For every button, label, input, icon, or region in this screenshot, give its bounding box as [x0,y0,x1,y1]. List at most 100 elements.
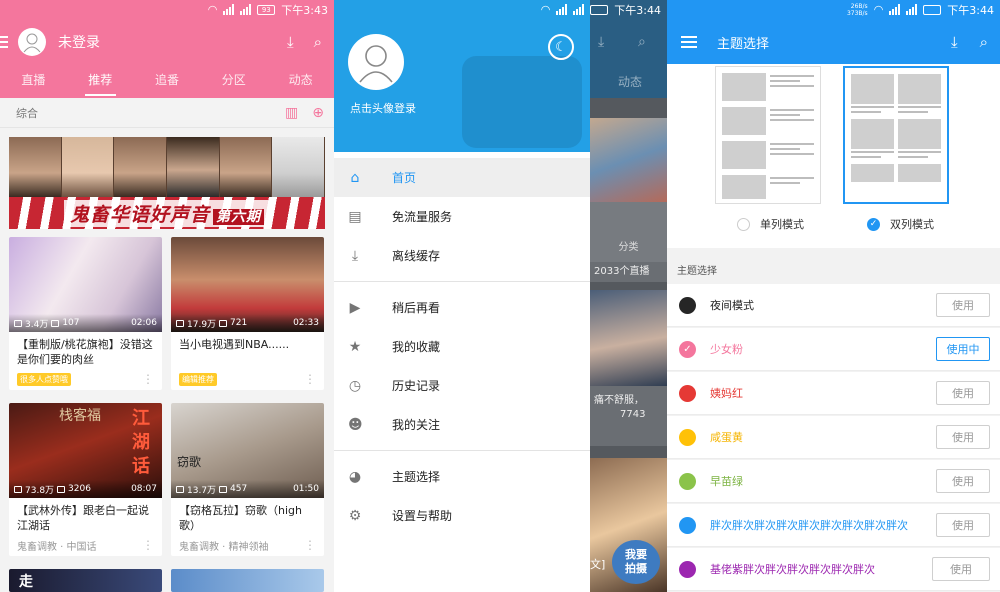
video-card-partial[interactable] [171,569,324,592]
video-card-partial[interactable]: 走 [9,569,162,592]
card-title-snippet: 痛不舒服， [594,395,644,406]
theme-row-green[interactable]: 早苗绿 使用 [667,460,1000,503]
drawer-item-data-plan[interactable]: ▤ 免流量服务 [334,197,590,236]
night-mode-toggle-icon[interactable]: ☾ [548,34,574,60]
navigation-drawer-screen: ⤓ ⌕ 动态 分类 2033个直播 痛不舒服， 7743 文] 我要 拍摄 点击头… [334,0,667,592]
drawer-item-offline-cache[interactable]: ⤓ 离线缓存 [334,236,590,275]
drawer-item-history[interactable]: ◷ 历史记录 [334,366,590,405]
banner-faces [9,137,325,197]
drawer-item-settings[interactable]: ⚙ 设置与帮助 [334,496,590,535]
download-icon: ⤓ [598,34,605,50]
sort-bar: 综合 ▥ ⊕ [0,98,334,128]
radio-checked-icon[interactable]: ✓ [867,217,880,231]
search-icon[interactable]: ⌕ [314,33,322,51]
theme-row-yellow[interactable]: 咸蛋黄 使用 [667,416,1000,459]
wifi-icon: ◠ [540,3,551,16]
recommend-badge: 编辑推荐 [179,372,217,386]
video-title: 【武林外传】跟老白一起说江湖话 [17,504,149,532]
single-column-option[interactable]: 单列模式 [737,216,804,232]
banner[interactable]: 鬼畜华语好声音 第六期 [9,137,325,229]
in-use-theme-button[interactable]: 使用中 [936,337,990,361]
theme-row-blue[interactable]: 胖次胖次胖次胖次胖次胖次胖次胖次胖次 使用 [667,504,1000,547]
duration: 02:33 [293,318,319,328]
danmaku-icon [57,485,66,493]
divider [334,450,590,451]
theme-row-night[interactable]: 夜间模式 使用 [667,284,1000,327]
drawer-item-watch-later[interactable]: ▶ 稍后再看 [334,288,590,327]
avatar[interactable] [18,28,46,56]
drawer-item-home[interactable]: ⌂ 首页 [334,158,590,197]
history-icon: ◷ [348,377,362,394]
download-icon[interactable]: ⤓ [951,33,958,51]
double-column-option[interactable]: ✓ 双列模式 [867,216,934,232]
video-card[interactable]: 栈客福 江湖话 73.8万 3206 08:07 【武林外传】跟老白一起说江湖话… [9,403,162,556]
theme-row-red[interactable]: 姨妈红 使用 [667,372,1000,415]
banner-tag: 第六期 [213,208,264,225]
video-card[interactable]: 窃歌 13.7万 457 01:50 【窃格瓦拉】窃歌（high歌） 鬼畜调教 … [171,403,324,556]
screenshot-stage: ◠ 93 下午3:43 未登录 ⤓ ⌕ 直播 推荐 追番 分区 动态 综合 ▥ … [0,0,1000,592]
theme-color-swatch [679,296,696,314]
drawer-item-label: 免流量服务 [392,210,453,224]
more-icon[interactable]: ⋮ [142,372,154,386]
menu-icon[interactable] [681,36,697,48]
tab-bangumi[interactable]: 追番 [134,66,201,96]
settings-icon: ⚙ [348,507,362,524]
use-theme-button[interactable]: 使用 [936,513,990,537]
theme-row-purple[interactable]: 基佬紫胖次胖次胖次胖次胖次胖次 使用 [667,548,1000,591]
drawer-item-label: 稍后再看 [392,301,441,315]
wifi-icon: ◠ [207,3,218,16]
add-tag-icon[interactable]: ⊕ [312,105,324,121]
duration: 02:06 [131,318,157,328]
palette-icon: ◕ [348,468,362,485]
rank-icon[interactable]: ▥ [285,105,298,121]
thumb-text: 江湖话 [132,408,150,477]
watch-later-icon: ▶ [349,299,361,316]
drawer-item-label: 我的收藏 [392,340,441,354]
tab-live[interactable]: 直播 [0,66,67,96]
theme-name: 咸蛋黄 [710,431,743,444]
radio-icon[interactable] [737,217,750,231]
use-theme-button[interactable]: 使用 [936,293,990,317]
battery-icon [590,4,609,15]
double-column-preview[interactable] [843,66,949,204]
more-icon[interactable]: ⋮ [304,538,316,552]
upload-badge[interactable]: 我要 拍摄 [612,540,660,584]
video-thumbnail: 窃歌 13.7万 457 01:50 [171,403,324,498]
data-plan-icon: ▤ [348,208,362,225]
sort-label[interactable]: 综合 [16,105,38,121]
tab-activity[interactable]: 动态 [267,66,334,96]
view-count: 13.7万 [187,485,217,496]
single-column-preview[interactable] [715,66,821,204]
login-status-title[interactable]: 未登录 [58,32,100,52]
avatar[interactable] [348,34,404,90]
tab-recommend[interactable]: 推荐 [67,66,134,96]
download-icon: ⤓ [351,247,359,264]
more-icon[interactable]: ⋮ [304,372,316,386]
drawer-item-following[interactable]: ☻ 我的关注 [334,405,590,444]
category-shortcut: 分类 [590,202,667,262]
use-theme-button[interactable]: 使用 [936,425,990,449]
theme-name: 基佬紫胖次胖次胖次胖次胖次胖次 [710,563,875,576]
video-title: 当小电视遇到NBA...... [179,338,290,351]
theme-color-swatch [679,428,696,446]
video-meta: 17.9万 721 02:33 [171,314,324,332]
use-theme-button[interactable]: 使用 [936,469,990,493]
download-icon[interactable]: ⤓ [287,33,294,51]
use-theme-button[interactable]: 使用 [936,381,990,405]
tab-categories[interactable]: 分区 [200,66,267,96]
thumb-text: 窃歌 [177,455,202,469]
video-card[interactable]: 3.4万 107 02:06 【重制版/桃花旗袍】没错这是你们要的肉丝 很多人点… [9,237,162,390]
drawer-item-favorites[interactable]: ★ 我的收藏 [334,327,590,366]
drawer-item-theme[interactable]: ◕ 主题选择 [334,457,590,496]
theme-color-swatch [679,516,696,534]
theme-row-pink[interactable]: ✓ 少女粉 使用中 [667,328,1000,371]
video-card[interactable]: 17.9万 721 02:33 当小电视遇到NBA...... 编辑推荐 ⋮ [171,237,324,390]
dimmed-content[interactable]: ⤓ ⌕ 动态 分类 2033个直播 痛不舒服， 7743 文] 我要 拍摄 [590,0,667,592]
video-thumbnail: 栈客福 江湖话 73.8万 3206 08:07 [9,403,162,498]
menu-icon[interactable] [0,36,8,48]
signal-icon [556,4,568,15]
search-icon[interactable]: ⌕ [980,33,988,51]
more-icon[interactable]: ⋮ [142,538,154,552]
use-theme-button[interactable]: 使用 [932,557,990,581]
login-prompt[interactable]: 点击头像登录 [350,100,416,116]
